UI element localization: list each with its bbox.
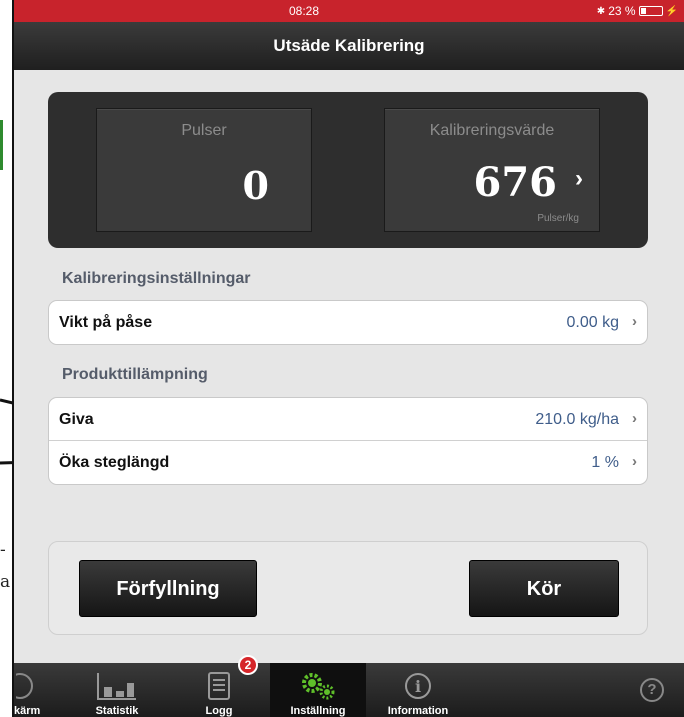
tab-label: Statistik xyxy=(95,705,139,717)
tab-label: Inställning xyxy=(290,705,346,717)
row-value: 210.0 kg/ha xyxy=(535,411,619,428)
help-button[interactable]: ? xyxy=(630,663,674,717)
battery-icon xyxy=(638,6,663,16)
row-value: 0.00 kg xyxy=(566,314,619,331)
pulser-label: Pulser xyxy=(181,122,227,139)
bar-chart-icon xyxy=(97,673,136,700)
document-green-bar xyxy=(0,120,3,170)
document-fragment: - xyxy=(0,540,6,560)
tab-statistik[interactable]: Statistik xyxy=(70,663,164,717)
row-vikt-pa-pase[interactable]: Vikt på påse 0.00 kg › xyxy=(49,301,647,344)
action-panel: Förfyllning Kör xyxy=(48,541,648,635)
row-oka-steglangd[interactable]: Öka steglängd 1 % › xyxy=(49,441,647,484)
row-giva[interactable]: Giva 210.0 kg/ha › xyxy=(49,398,647,441)
kalibreringsvarde-unit: Pulser/kg xyxy=(537,213,579,224)
chevron-right-icon: › xyxy=(632,410,637,427)
charging-icon: ⚡ xyxy=(665,5,678,17)
tab-bar: kärm Statistik 2 Logg Inställning i Info… xyxy=(14,655,684,717)
section-title-produkt: Produkttillämpning xyxy=(62,366,208,383)
kor-button[interactable]: Kör xyxy=(469,560,619,617)
row-label: Öka steglängd xyxy=(59,454,170,471)
pulser-tile: Pulser 0 xyxy=(96,108,312,232)
chevron-right-icon: › xyxy=(632,453,637,470)
row-label: Vikt på påse xyxy=(59,314,153,331)
pulser-value: 0 xyxy=(242,163,269,208)
document-edge xyxy=(0,0,12,717)
tab-logg[interactable]: 2 Logg xyxy=(172,655,266,717)
page-title: Utsäde Kalibrering xyxy=(273,36,425,55)
svg-text:i: i xyxy=(415,677,421,696)
gears-icon xyxy=(302,673,335,700)
status-bar: 08:28 ✱ 23 % ⚡ xyxy=(14,0,684,22)
notification-badge: 2 xyxy=(238,655,258,675)
screenshot: - a 08:28 ✱ 23 % ⚡ Utsäde Kalibrering Pu… xyxy=(0,0,684,717)
forfyllning-button[interactable]: Förfyllning xyxy=(79,560,257,617)
kalibreringsvarde-label: Kalibreringsvärde xyxy=(429,122,555,139)
chevron-right-icon: › xyxy=(575,165,583,192)
info-icon: i xyxy=(405,673,431,699)
document-fragment: a xyxy=(0,572,11,592)
status-time: 08:28 xyxy=(288,4,320,18)
kalibrering-group: Vikt på påse 0.00 kg › xyxy=(48,300,648,345)
bluetooth-icon: ✱ xyxy=(596,5,606,17)
tab-installning[interactable]: Inställning xyxy=(270,663,366,717)
chevron-right-icon: › xyxy=(632,313,637,330)
row-label: Giva xyxy=(59,411,94,428)
row-value: 1 % xyxy=(591,454,619,471)
kalibreringsvarde-tile[interactable]: Kalibreringsvärde 676 › Pulser/kg xyxy=(384,108,600,232)
tab-label: Logg xyxy=(205,705,233,717)
help-glyph: ? xyxy=(647,681,657,698)
tab-skarm[interactable]: kärm xyxy=(14,663,54,717)
tab-label: Information xyxy=(387,705,449,717)
log-icon xyxy=(208,672,230,700)
readout-panel: Pulser 0 Kalibreringsvärde 676 › Pulser/… xyxy=(48,92,648,248)
kalibreringsvarde-value: 676 xyxy=(473,159,558,206)
tab-label: kärm xyxy=(14,705,41,717)
nav-bar: Utsäde Kalibrering xyxy=(14,22,684,70)
gauge-icon xyxy=(16,673,33,699)
status-right: ✱ 23 % ⚡ xyxy=(597,4,678,18)
device-screen: 08:28 ✱ 23 % ⚡ Utsäde Kalibrering Pulser… xyxy=(12,0,684,717)
battery-percent: 23 % xyxy=(608,4,636,18)
tab-information[interactable]: i Information xyxy=(370,663,466,717)
section-title-kalibrering: Kalibreringsinställningar xyxy=(62,270,251,287)
produkt-group: Giva 210.0 kg/ha › Öka steglängd 1 % › xyxy=(48,397,648,485)
